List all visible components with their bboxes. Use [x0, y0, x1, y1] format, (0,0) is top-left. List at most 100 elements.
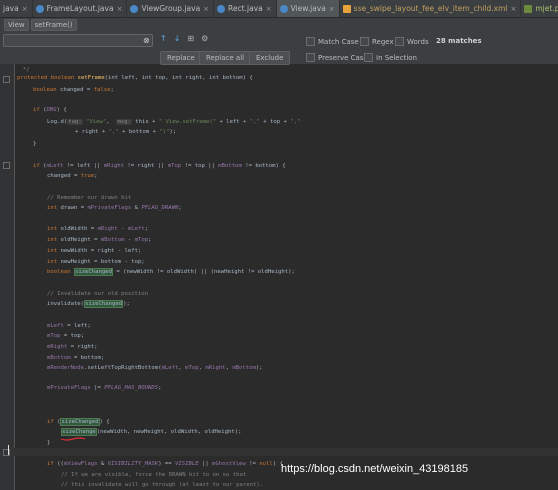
parameter-hint: msg:	[116, 119, 132, 125]
code-token: int	[47, 248, 61, 254]
code-token: + right +	[75, 129, 109, 135]
code-token: mRight	[205, 365, 226, 371]
code-line: boolean changed = false;	[33, 86, 114, 94]
code-token: .setLeftTopRightBottom(	[84, 365, 162, 371]
code-line: */	[23, 66, 30, 74]
code-token: ","	[290, 119, 301, 125]
exclude-button[interactable]: Exclude	[249, 51, 291, 65]
close-tab-icon[interactable]: ×	[22, 5, 28, 13]
code-line: mLeft = left;	[47, 322, 91, 330]
replace-all-button[interactable]: Replace all	[199, 51, 252, 65]
tab-4[interactable]: View.java ×	[276, 0, 340, 17]
code-line: protected boolean setFrame(int left, int…	[17, 74, 253, 82]
code-token: }	[33, 141, 37, 147]
breadcrumb-item-class[interactable]: View	[4, 19, 29, 31]
code-token: ((	[57, 461, 64, 467]
code-token: != left ||	[63, 163, 104, 169]
checkbox-box	[306, 37, 315, 46]
xml-file-icon	[342, 4, 351, 13]
code-token: mRight	[47, 344, 68, 350]
java-file-icon	[130, 4, 139, 13]
code-token: invalidate(	[47, 301, 85, 307]
code-token: int	[47, 226, 61, 232]
code-editor[interactable]: */ protected boolean setFrame(int left, …	[17, 66, 557, 490]
close-tab-icon[interactable]: ×	[510, 5, 516, 13]
tab-3[interactable]: Rect.java ×	[214, 0, 277, 17]
fold-marker-icon[interactable]	[3, 162, 10, 169]
code-line: sizeChange(newWidth, newHeight, oldWidth…	[61, 428, 242, 436]
code-token: newHeight = bottom - top;	[60, 259, 145, 265]
previous-occurrence-icon[interactable]: ↑	[160, 34, 167, 43]
code-token: = bottom;	[70, 355, 105, 361]
code-token: ,	[106, 119, 117, 125]
code-token: -	[124, 237, 135, 243]
filter-settings-icon[interactable]: ⚙	[201, 34, 208, 43]
words-checkbox[interactable]: Words	[395, 37, 429, 46]
tab-2[interactable]: ViewGroup.java ×	[127, 0, 215, 17]
checkbox-box	[306, 53, 315, 62]
code-line: if ((mViewFlags & VISIBILITY_MASK) == VI…	[47, 460, 283, 468]
java-file-icon	[279, 4, 288, 13]
code-token: mTop	[47, 333, 61, 339]
code-line: // If we are visible, force the DRAWN bi…	[61, 471, 246, 479]
words-label: Words	[407, 37, 429, 46]
code-token: boolean	[47, 269, 74, 275]
code-token: + bottom +	[118, 129, 160, 135]
code-line: invalidate(sizeChanged);	[47, 300, 130, 308]
code-line: if (mLeft != left || mRight != right || …	[33, 162, 286, 170]
close-tab-icon[interactable]: ×	[266, 5, 272, 13]
clear-search-icon[interactable]: ⊗	[143, 36, 150, 45]
preserve-case-checkbox[interactable]: Preserve Case	[306, 53, 368, 62]
code-token: );	[169, 129, 177, 135]
code-token: ) ==	[158, 461, 176, 467]
tab-1[interactable]: FrameLayout.java ×	[33, 0, 128, 17]
code-line: Log.d(tag: "View", msg: this + " View.se…	[47, 118, 300, 126]
close-tab-icon[interactable]: ×	[203, 5, 209, 13]
close-tab-icon[interactable]: ×	[117, 5, 123, 13]
editor-gutter[interactable]	[0, 64, 15, 490]
in-selection-label: In Selection	[376, 53, 417, 62]
breadcrumb-item-method[interactable]: setFrame()	[30, 19, 77, 31]
code-token: ;	[148, 237, 152, 243]
fold-marker-icon[interactable]	[3, 76, 10, 83]
breadcrumb: View setFrame()	[0, 18, 558, 32]
next-occurrence-icon[interactable]: ↓	[174, 34, 181, 43]
code-line: }	[47, 439, 50, 447]
code-token: // this invalidate will go through (at l…	[61, 482, 264, 488]
code-token: ;	[178, 205, 182, 211]
code-token: mLeft	[127, 226, 145, 232]
code-token: -	[117, 226, 128, 232]
match-case-checkbox[interactable]: Match Case	[306, 37, 359, 46]
code-token: }	[47, 440, 51, 446]
code-token: + top +	[259, 119, 291, 125]
tab-6[interactable]: mjet.properties×	[521, 0, 558, 17]
code-token: changed =	[59, 87, 94, 93]
search-match-highlight: sizeChange	[61, 428, 97, 436]
search-match-highlight: sizeChanged	[73, 268, 113, 276]
code-token: = (newWidth != oldWidth) || (newHeight !…	[113, 269, 295, 275]
code-token: ;	[110, 87, 114, 93]
code-line: if (DBG) {	[33, 106, 67, 114]
tab-5[interactable]: sse_swipe_layout_fee_elv_item_child.xml ×	[340, 0, 522, 17]
code-token: mLeft	[161, 365, 179, 371]
search-match-highlight: sizeChanged	[84, 300, 124, 308]
select-all-occurrences-icon[interactable]: ⊞	[187, 34, 194, 43]
code-token: mRight	[97, 226, 118, 232]
replace-button[interactable]: Replace	[160, 51, 202, 65]
tab-label: Rect.java	[228, 4, 263, 13]
code-token: ;	[158, 385, 162, 391]
code-token: mTop	[134, 237, 149, 243]
in-selection-checkbox[interactable]: In Selection	[364, 53, 417, 62]
regex-checkbox[interactable]: Regex	[360, 37, 394, 46]
close-tab-icon[interactable]: ×	[329, 5, 335, 13]
code-token: oldHeight =	[60, 237, 101, 243]
code-token: int	[47, 237, 61, 243]
search-input[interactable]	[3, 34, 153, 47]
tab-0[interactable]: java ×	[0, 0, 33, 17]
properties-file-icon	[524, 4, 533, 13]
code-token: |=	[90, 385, 105, 391]
code-token: */	[23, 67, 30, 73]
code-line: mRenderNode.setLeftTopRightBottom(mLeft,…	[47, 364, 263, 372]
code-line: }	[33, 140, 36, 148]
code-token: + left +	[216, 119, 250, 125]
